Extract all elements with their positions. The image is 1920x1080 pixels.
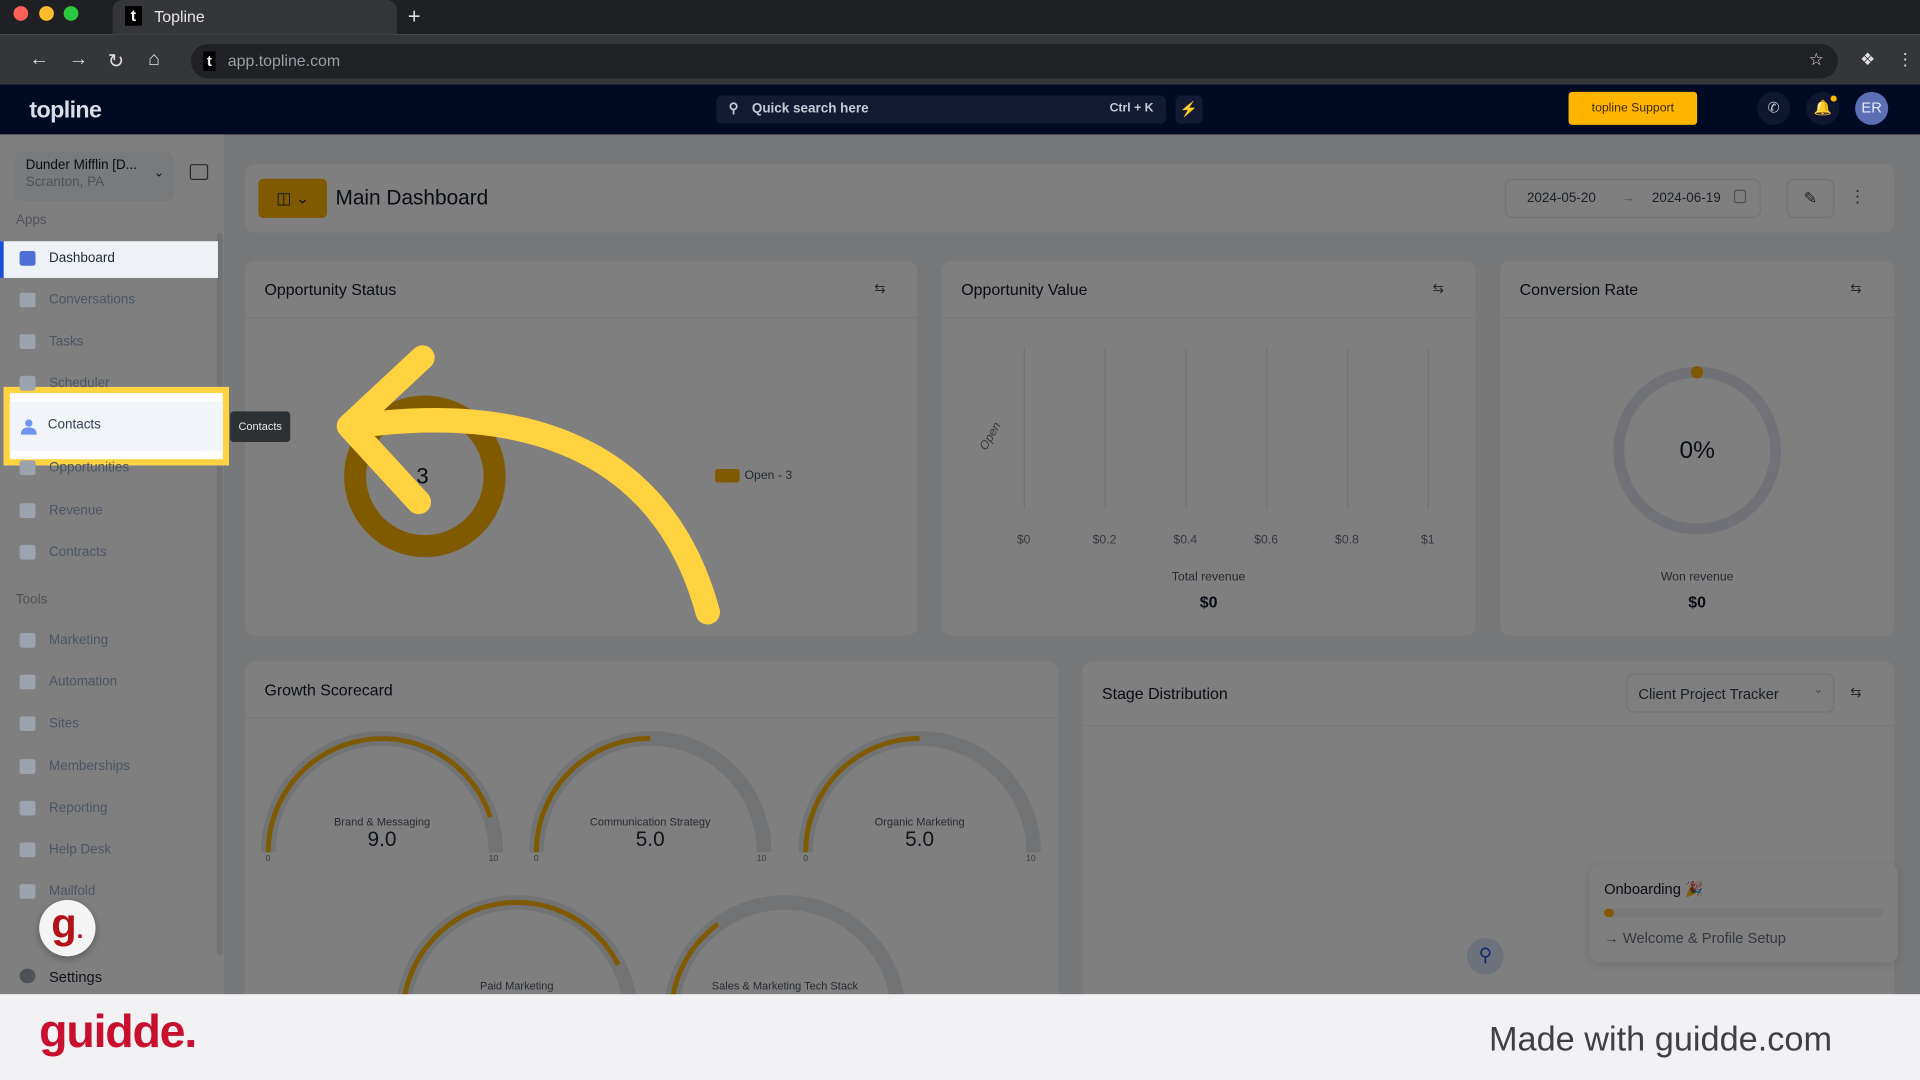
megaphone-icon bbox=[19, 633, 36, 648]
sidebar-item-label: Mailfold bbox=[48, 884, 96, 899]
sidebar-item-revenue[interactable]: Revenue bbox=[0, 493, 218, 530]
sidebar-item-label: Contracts bbox=[48, 544, 107, 560]
dim-overlay bbox=[0, 134, 1920, 995]
chat-icon bbox=[19, 292, 36, 308]
support-button[interactable]: topline Support bbox=[1568, 91, 1698, 125]
sidebar-item-label: Revenue bbox=[48, 503, 103, 518]
avatar[interactable]: ER bbox=[1855, 91, 1889, 125]
dashboard-icon bbox=[19, 251, 36, 266]
sidebar-item-label: Conversations bbox=[48, 292, 136, 308]
sidebar-item-label: Automation bbox=[48, 674, 118, 690]
sidebar-item-reporting[interactable]: Reporting bbox=[0, 791, 218, 828]
notification-dot bbox=[1830, 95, 1837, 102]
globe-icon bbox=[19, 716, 36, 732]
card-icon bbox=[19, 503, 36, 518]
sidebar-item-label: Marketing bbox=[48, 633, 109, 648]
tab-title: Topline bbox=[154, 7, 205, 26]
phone-icon[interactable]: ✆ bbox=[1757, 91, 1791, 125]
close-window-button[interactable] bbox=[13, 6, 29, 21]
url-input[interactable]: t app.topline.com bbox=[191, 44, 1838, 79]
sidebar-item-label: Dashboard bbox=[48, 251, 115, 266]
sidebar-item-scheduler[interactable]: Scheduler bbox=[0, 366, 218, 403]
person-icon bbox=[20, 419, 37, 435]
new-tab-button[interactable]: + bbox=[408, 4, 421, 30]
target-icon bbox=[19, 460, 36, 476]
extensions-icon[interactable]: ❖ bbox=[1860, 49, 1875, 70]
tooltip: Contacts bbox=[230, 411, 291, 443]
quick-search-input[interactable]: ⚲ Quick search here Ctrl + K bbox=[716, 95, 1166, 124]
forward-icon[interactable]: → bbox=[69, 49, 89, 71]
sidebar-item-help-desk[interactable]: Help Desk bbox=[0, 833, 218, 870]
search-shortcut: Ctrl + K bbox=[1109, 101, 1154, 116]
site-icon: t bbox=[203, 51, 216, 72]
reload-icon[interactable]: ↻ bbox=[108, 49, 124, 73]
sidebar-item-contracts[interactable]: Contracts bbox=[0, 535, 218, 572]
sidebar-item-automation[interactable]: Automation bbox=[0, 665, 218, 702]
search-placeholder: Quick search here bbox=[751, 101, 869, 117]
sidebar-item-label: Opportunities bbox=[48, 460, 130, 476]
home-icon[interactable]: ⌂ bbox=[148, 49, 160, 71]
sidebar-item-dashboard[interactable]: Dashboard bbox=[0, 241, 218, 278]
sidebar-item-label: Sites bbox=[48, 716, 79, 732]
sidebar-item-label: Reporting bbox=[48, 800, 108, 816]
pie-icon bbox=[19, 800, 36, 816]
back-icon[interactable]: ← bbox=[29, 49, 49, 71]
browser-menu-icon[interactable]: ⋮ bbox=[1897, 49, 1914, 70]
url-text: app.topline.com bbox=[227, 51, 341, 70]
favicon-icon: t bbox=[124, 6, 143, 26]
sidebar-item-label: Scheduler bbox=[48, 375, 110, 391]
sidebar-item-opportunities[interactable]: Opportunities bbox=[0, 451, 218, 488]
sidebar-item-label: Help Desk bbox=[48, 842, 112, 858]
topline-logo[interactable]: topline bbox=[29, 98, 102, 125]
sidebar-item-mailfold[interactable]: Mailfold bbox=[0, 874, 218, 911]
document-icon bbox=[19, 544, 36, 560]
mail-icon bbox=[19, 884, 36, 899]
lightning-icon[interactable]: ⚡ bbox=[1175, 95, 1203, 124]
gears-icon bbox=[19, 674, 36, 690]
calendar-icon bbox=[19, 375, 36, 391]
guidde-brand: guidde. bbox=[39, 1006, 197, 1058]
help-icon bbox=[19, 842, 36, 858]
search-icon: ⚲ bbox=[728, 101, 739, 117]
sidebar-item-marketing[interactable]: Marketing bbox=[0, 623, 218, 660]
sidebar-item-tasks[interactable]: Tasks bbox=[0, 324, 218, 361]
made-with-text: Made with guidde.com bbox=[1488, 1020, 1833, 1058]
members-icon bbox=[19, 759, 36, 774]
sidebar-item-label: Memberships bbox=[48, 759, 130, 774]
sidebar-item-label: Tasks bbox=[48, 334, 84, 349]
sidebar-item-sites[interactable]: Sites bbox=[0, 707, 218, 744]
minimize-window-button[interactable] bbox=[39, 6, 54, 21]
maximize-window-button[interactable] bbox=[63, 6, 79, 21]
sidebar-item-conversations[interactable]: Conversations bbox=[0, 283, 218, 320]
task-icon bbox=[19, 334, 36, 349]
sidebar-item-label: Contacts bbox=[47, 417, 101, 433]
bookmark-star-icon[interactable]: ☆ bbox=[1809, 49, 1824, 70]
sidebar-item-memberships[interactable]: Memberships bbox=[0, 749, 218, 786]
browser-tab[interactable]: t Topline bbox=[112, 0, 397, 35]
